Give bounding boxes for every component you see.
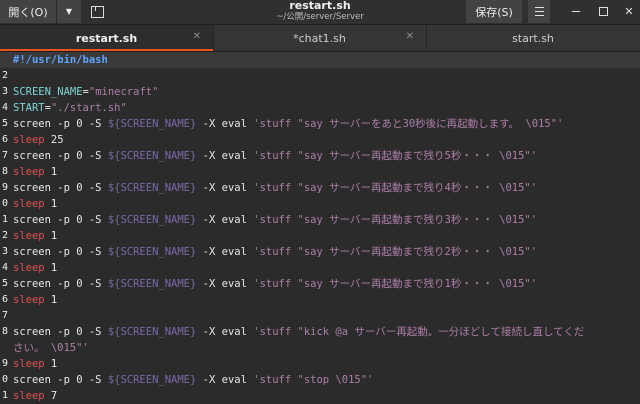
tab-close-icon[interactable]: ✕ (406, 31, 414, 42)
tab-restart-sh[interactable]: restart.sh ✕ (0, 25, 214, 51)
code-line[interactable]: 4 sleep 1 (0, 260, 640, 276)
file-path: ~/公開/server/Server (276, 12, 364, 22)
line-number: 2 (1, 230, 8, 241)
line-number: 8 (1, 326, 8, 337)
line-number: 0 (1, 198, 8, 209)
code-text: sleep 7 (13, 390, 58, 402)
hamburger-icon (534, 7, 544, 16)
save-label: 保存(S) (475, 5, 513, 19)
line-number: 5 (1, 278, 8, 289)
minimize-icon (572, 11, 580, 12)
maximize-icon (598, 7, 608, 16)
code-line[interactable]: 8 sleep 1 (0, 164, 640, 180)
tab-start-sh[interactable]: start.sh (426, 25, 640, 51)
code-text: screen -p 0 -S ${SCREEN_NAME} -X eval 's… (13, 150, 538, 162)
code-text: sleep 1 (13, 166, 58, 178)
tab-label: restart.sh (75, 31, 138, 45)
code-text: sleep 1 (13, 198, 58, 210)
minimize-button[interactable] (565, 0, 587, 23)
line-number: 7 (1, 310, 8, 321)
code-line[interactable]: 3 SCREEN_NAME="minecraft" (0, 84, 640, 100)
code-line[interactable]: さい。 \015"' (0, 340, 640, 356)
code-line[interactable]: 0 sleep 1 (0, 196, 640, 212)
code-text: screen -p 0 -S ${SCREEN_NAME} -X eval 's… (13, 246, 538, 258)
tab-label: start.sh (512, 31, 554, 45)
line-number: 1 (1, 390, 8, 401)
line-number: 3 (1, 246, 8, 257)
code-line[interactable]: 2 (0, 68, 640, 84)
hamburger-menu-button[interactable] (528, 0, 550, 23)
line-number: 0 (1, 374, 8, 385)
code-line[interactable]: 4 START="./start.sh" (0, 100, 640, 116)
code-line[interactable]: #!/usr/bin/bash (0, 52, 640, 68)
code-line[interactable]: 9 screen -p 0 -S ${SCREEN_NAME} -X eval '… (0, 180, 640, 196)
tab-close-icon[interactable]: ✕ (193, 31, 201, 42)
code-line[interactable]: 8 screen -p 0 -S ${SCREEN_NAME} -X eval '… (0, 324, 640, 340)
new-document-icon (90, 5, 104, 18)
code-text: sleep 25 (13, 134, 64, 146)
close-window-button[interactable]: ✕ (618, 0, 640, 23)
line-number: 7 (1, 150, 8, 161)
chevron-down-icon: ▼ (65, 7, 73, 16)
code-line[interactable]: 7 screen -p 0 -S ${SCREEN_NAME} -X eval '… (0, 148, 640, 164)
line-number: 6 (1, 294, 8, 305)
code-line[interactable]: 0 screen -p 0 -S ${SCREEN_NAME} -X eval '… (0, 372, 640, 388)
line-number: 2 (1, 70, 8, 81)
code-text: START="./start.sh" (13, 102, 127, 114)
code-text: さい。 \015"' (13, 342, 89, 354)
tab-label: *chat1.sh (293, 31, 346, 45)
code-line[interactable]: 2 sleep 1 (0, 228, 640, 244)
code-text: sleep 1 (13, 262, 58, 274)
window-title: restart.sh (289, 0, 351, 12)
tab-bar: restart.sh ✕ *chat1.sh ✕ start.sh (0, 25, 640, 52)
code-text: sleep 1 (13, 358, 58, 370)
code-line[interactable]: 1 sleep 7 (0, 388, 640, 404)
code-line[interactable]: 3 screen -p 0 -S ${SCREEN_NAME} -X eval '… (0, 244, 640, 260)
line-number: 9 (1, 182, 8, 193)
line-number: 8 (1, 166, 8, 177)
code-text: screen -p 0 -S ${SCREEN_NAME} -X eval 's… (13, 374, 374, 386)
close-icon: ✕ (624, 5, 634, 18)
code-line[interactable]: 1 screen -p 0 -S ${SCREEN_NAME} -X eval '… (0, 212, 640, 228)
line-number: 9 (1, 358, 8, 369)
code-text: sleep 1 (13, 230, 58, 242)
code-text: screen -p 0 -S ${SCREEN_NAME} -X eval 's… (13, 214, 538, 226)
line-number: 4 (1, 102, 8, 113)
code-line[interactable]: 5 screen -p 0 -S ${SCREEN_NAME} -X eval '… (0, 276, 640, 292)
save-button[interactable]: 保存(S) (466, 0, 522, 23)
open-button[interactable]: 開く(O) (0, 0, 57, 23)
code-line[interactable]: 7 (0, 308, 640, 324)
code-text: #!/usr/bin/bash (13, 54, 108, 66)
code-text: screen -p 0 -S ${SCREEN_NAME} -X eval 's… (13, 326, 585, 338)
code-line[interactable]: 6 sleep 1 (0, 292, 640, 308)
open-label: 開く(O) (8, 5, 48, 19)
line-number: 3 (1, 86, 8, 97)
line-number: 4 (1, 262, 8, 273)
line-number: 6 (1, 134, 8, 145)
code-text: sleep 1 (13, 294, 58, 306)
code-line[interactable]: 6 sleep 25 (0, 132, 640, 148)
code-line[interactable]: 9 sleep 1 (0, 356, 640, 372)
maximize-button[interactable] (592, 0, 614, 23)
line-number: 5 (1, 118, 8, 129)
code-text: screen -p 0 -S ${SCREEN_NAME} -X eval 's… (13, 182, 538, 194)
tab-chat1-sh[interactable]: *chat1.sh ✕ (213, 25, 427, 51)
window-title-area: restart.sh ~/公開/server/Server (220, 0, 420, 24)
open-menu-button[interactable]: ▼ (57, 0, 81, 23)
code-line[interactable]: 5 screen -p 0 -S ${SCREEN_NAME} -X eval '… (0, 116, 640, 132)
new-document-button[interactable] (84, 0, 110, 23)
code-text: SCREEN_NAME="minecraft" (13, 86, 159, 98)
code-text: screen -p 0 -S ${SCREEN_NAME} -X eval 's… (13, 278, 538, 290)
code-text: screen -p 0 -S ${SCREEN_NAME} -X eval 's… (13, 118, 564, 130)
header-bar: 開く(O) ▼ restart.sh ~/公開/server/Server 保存… (0, 0, 640, 25)
line-number: 1 (1, 214, 8, 225)
code-editor[interactable]: #!/usr/bin/bash 2 3 SCREEN_NAME="minecraft"… (0, 52, 640, 404)
